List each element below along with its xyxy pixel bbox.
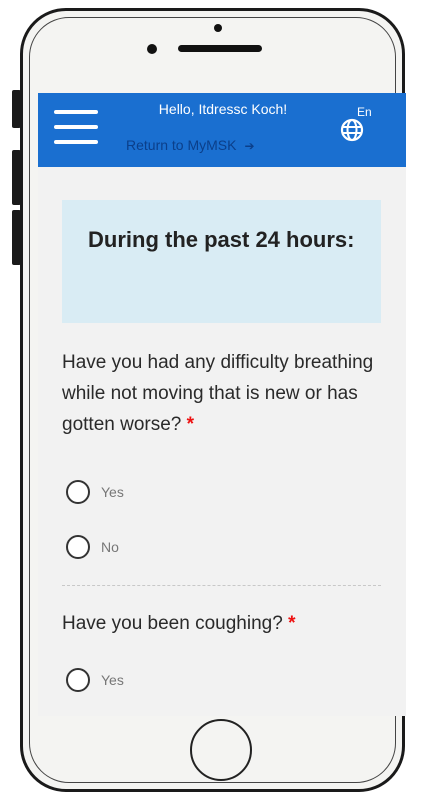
phone-volume-down-button: [12, 210, 21, 265]
language-selector[interactable]: En: [339, 105, 379, 147]
radio-button[interactable]: [66, 668, 90, 692]
question-2-text: Have you been coughing?: [62, 613, 283, 634]
option-label: Yes: [101, 484, 124, 500]
option-label: No: [101, 539, 119, 555]
globe-icon: [340, 118, 364, 142]
radio-button[interactable]: [66, 480, 90, 504]
section-header-box: During the past 24 hours:: [62, 200, 381, 323]
question-divider: [62, 585, 381, 586]
language-label: En: [357, 105, 372, 119]
exit-icon: ➔: [244, 139, 255, 153]
question-2: Have you been coughing? *: [62, 608, 392, 639]
hamburger-menu-icon[interactable]: [54, 110, 98, 148]
question-1-text: Have you had any difficulty breathing wh…: [62, 352, 374, 435]
app-screen: Hello, Itdressc Koch! Return to MyMSK ➔ E…: [38, 93, 406, 716]
section-title: During the past 24 hours:: [88, 227, 355, 252]
required-marker: *: [288, 613, 296, 634]
phone-camera: [147, 44, 157, 54]
required-marker: *: [186, 414, 195, 435]
app-header: Hello, Itdressc Koch! Return to MyMSK ➔ E…: [38, 93, 406, 167]
radio-button[interactable]: [66, 535, 90, 559]
phone-volume-up-button: [12, 150, 21, 205]
phone-side-button: [12, 90, 21, 128]
phone-speaker: [178, 45, 262, 52]
return-link-label: Return to MyMSK: [126, 137, 237, 153]
option-label: Yes: [101, 672, 124, 688]
question-1: Have you had any difficulty breathing wh…: [62, 347, 392, 440]
phone-sensor: [214, 24, 222, 32]
return-to-mymsk-link[interactable]: Return to MyMSK ➔: [126, 137, 255, 153]
greeting-text: Hello, Itdressc Koch!: [158, 101, 288, 117]
home-button[interactable]: [190, 719, 252, 781]
